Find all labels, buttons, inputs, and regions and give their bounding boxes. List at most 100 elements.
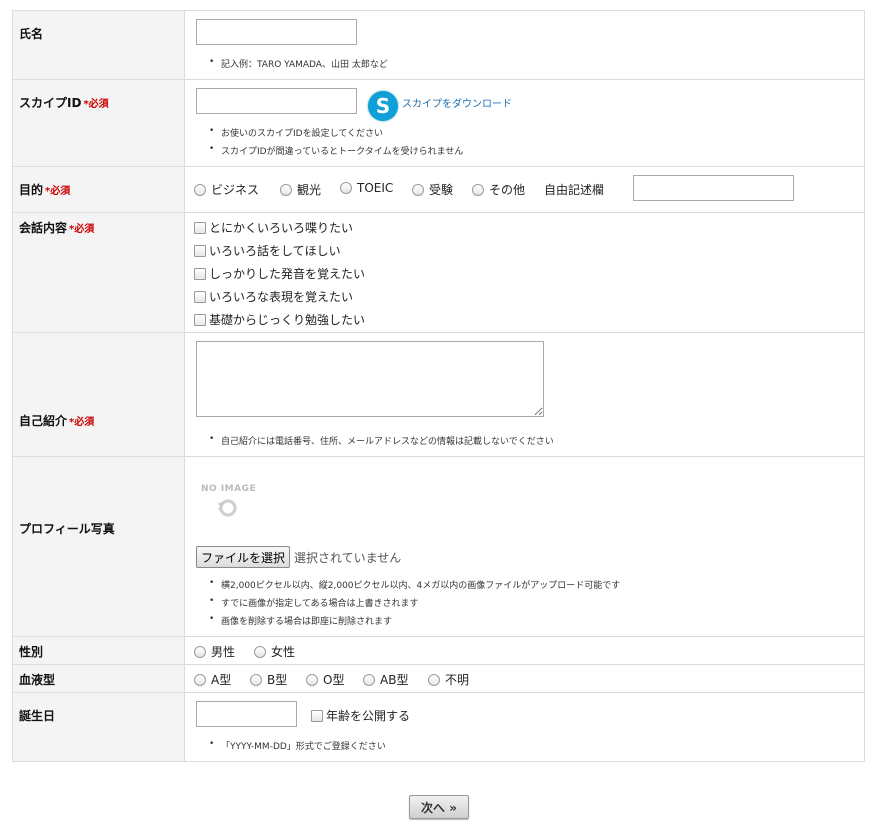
- intro-label: 自己紹介 *必須: [19, 412, 94, 429]
- skype-note-1: お使いのスカイプIDを設定してください: [209, 126, 383, 139]
- conversation-option-label: 基礎からじっくり勉強したい: [209, 313, 366, 327]
- checkbox-icon[interactable]: [194, 245, 206, 257]
- radio-icon[interactable]: [250, 674, 262, 686]
- purpose-option-label: 観光: [297, 183, 322, 197]
- no-image-icon: [218, 499, 237, 517]
- gender-option-label: 女性: [271, 645, 296, 659]
- radio-icon[interactable]: [412, 184, 424, 196]
- conversation-option-1[interactable]: とにかくいろいろ喋りたい: [194, 219, 353, 236]
- row-label-cell: [13, 80, 185, 166]
- conversation-option-label: とにかくいろいろ喋りたい: [209, 221, 354, 235]
- name-label: 氏名: [19, 27, 44, 41]
- gender-option-label: 男性: [211, 645, 236, 659]
- radio-icon[interactable]: [254, 646, 266, 658]
- purpose-free-label: 自由記述欄: [544, 183, 605, 197]
- row-conversation: [12, 212, 865, 333]
- skype-icon[interactable]: S: [368, 91, 398, 121]
- conversation-option-label: いろいろな表現を覚えたい: [209, 290, 354, 304]
- row-name: [12, 10, 865, 80]
- radio-icon[interactable]: [306, 674, 318, 686]
- blood-option-unknown[interactable]: 不明: [428, 671, 469, 688]
- row-label-cell: [13, 693, 185, 761]
- gender-label: 性別: [19, 645, 44, 659]
- radio-icon[interactable]: [280, 184, 292, 196]
- no-image-placeholder: NO IMAGE: [201, 484, 257, 494]
- row-photo: [12, 456, 865, 637]
- intro-note: 自己紹介には電話番号、住所、メールアドレスなどの情報は記載しないでください: [209, 434, 554, 447]
- age-public-label: 年齢を公開する: [326, 709, 411, 723]
- row-label-cell: [13, 333, 185, 456]
- checkbox-icon[interactable]: [194, 222, 206, 234]
- skype-download-link[interactable]: スカイプをダウンロード: [402, 95, 512, 110]
- purpose-option-business[interactable]: ビジネス: [194, 181, 259, 198]
- blood-option-o[interactable]: O型: [306, 671, 344, 688]
- purpose-option-label: ビジネス: [211, 183, 260, 197]
- radio-icon[interactable]: [472, 184, 484, 196]
- name-input[interactable]: [196, 19, 357, 45]
- gender-option-female[interactable]: 女性: [254, 643, 295, 660]
- row-label-cell: [13, 457, 185, 636]
- checkbox-icon[interactable]: [194, 291, 206, 303]
- file-status: 選択されていません: [294, 551, 402, 565]
- file-select-button[interactable]: ファイルを選択: [196, 546, 290, 568]
- birthday-label: 誕生日: [19, 709, 56, 723]
- purpose-option-label: 受験: [429, 183, 454, 197]
- gender-option-male[interactable]: 男性: [194, 643, 235, 660]
- intro-textarea[interactable]: [196, 341, 544, 417]
- name-note: 記入例：TARO YAMADA、山田 太郎など: [209, 57, 388, 70]
- required-mark: *必須: [69, 417, 95, 428]
- skype-label: スカイプID *必須: [19, 94, 109, 111]
- conversation-option-3[interactable]: しっかりした発音を覚えたい: [194, 265, 365, 282]
- purpose-option-exam[interactable]: 受験: [412, 181, 453, 198]
- conversation-label-text: 会話内容: [19, 221, 68, 235]
- purpose-option-toeic[interactable]: TOEIC: [340, 181, 393, 195]
- checkbox-icon[interactable]: [194, 314, 206, 326]
- skype-id-input[interactable]: [196, 88, 357, 114]
- required-mark: *必須: [45, 186, 71, 197]
- required-mark: *必須: [69, 224, 95, 235]
- blood-option-label: O型: [323, 673, 345, 687]
- row-birthday: [12, 692, 865, 762]
- conversation-option-label: しっかりした発音を覚えたい: [209, 267, 366, 281]
- blood-option-a[interactable]: A型: [194, 671, 231, 688]
- photo-note-2: すでに画像が指定してある場合は上書きされます: [209, 596, 419, 609]
- skype-note-2: スカイプIDが間違っているとトークタイムを受けられません: [209, 144, 463, 157]
- radio-icon[interactable]: [428, 674, 440, 686]
- conversation-option-4[interactable]: いろいろな表現を覚えたい: [194, 288, 353, 305]
- purpose-option-other[interactable]: その他: [472, 181, 525, 198]
- photo-label: プロフィール写真: [19, 522, 115, 536]
- conversation-label: 会話内容 *必須: [19, 219, 94, 236]
- conversation-option-2[interactable]: いろいろ話をしてほしい: [194, 242, 341, 259]
- radio-icon[interactable]: [194, 184, 206, 196]
- purpose-option-label: その他: [489, 183, 526, 197]
- row-gender: [12, 636, 865, 665]
- blood-option-b[interactable]: B型: [250, 671, 287, 688]
- required-mark: *必須: [83, 99, 109, 110]
- blood-option-label: A型: [211, 673, 232, 687]
- radio-icon[interactable]: [194, 646, 206, 658]
- conversation-option-5[interactable]: 基礎からじっくり勉強したい: [194, 311, 365, 328]
- blood-option-label: B型: [267, 673, 288, 687]
- photo-note-3: 画像を削除する場合は即座に削除されます: [209, 614, 392, 627]
- blood-option-label: AB型: [380, 673, 409, 687]
- purpose-option-sightseeing[interactable]: 観光: [280, 181, 321, 198]
- radio-icon[interactable]: [194, 674, 206, 686]
- checkbox-icon[interactable]: [194, 268, 206, 280]
- blood-option-ab[interactable]: AB型: [363, 671, 408, 688]
- purpose-free-input[interactable]: [633, 175, 794, 201]
- age-public-option[interactable]: 年齢を公開する: [311, 707, 410, 724]
- blood-option-label: 不明: [445, 673, 470, 687]
- conversation-option-label: いろいろ話をしてほしい: [209, 244, 341, 258]
- radio-icon[interactable]: [340, 182, 352, 194]
- skype-label-text: スカイプID: [19, 96, 82, 110]
- birthday-input[interactable]: [196, 701, 297, 727]
- radio-icon[interactable]: [363, 674, 375, 686]
- birthday-note: 「YYYY-MM-DD」形式でご登録ください: [209, 739, 386, 752]
- blood-label: 血液型: [19, 673, 56, 687]
- purpose-label-text: 目的: [19, 183, 44, 197]
- row-label-cell: [13, 11, 185, 79]
- purpose-label: 目的 *必須: [19, 181, 70, 198]
- intro-label-text: 自己紹介: [19, 414, 68, 428]
- next-button[interactable]: 次へ »: [409, 795, 469, 819]
- checkbox-icon[interactable]: [311, 710, 323, 722]
